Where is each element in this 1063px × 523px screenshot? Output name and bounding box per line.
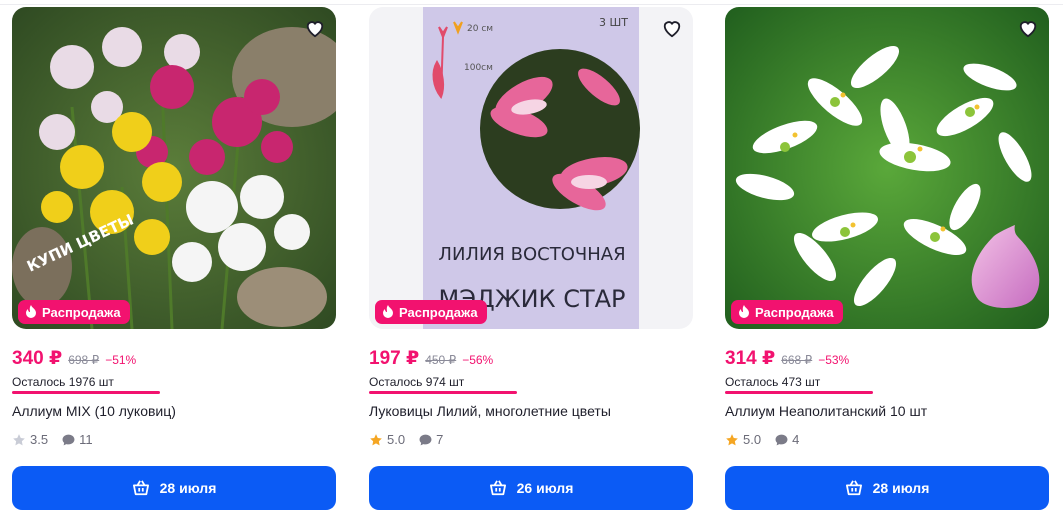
basket-icon <box>132 480 149 496</box>
star-icon <box>726 433 738 445</box>
delivery-date: 28 июля <box>159 480 217 496</box>
delivery-date: 26 июля <box>516 480 574 496</box>
reviews-count: 4 <box>792 432 800 447</box>
stock-bar <box>369 391 517 394</box>
current-price: 197 ₽ <box>369 348 420 369</box>
product-title[interactable]: Луковицы Лилий, многолетние цветы <box>369 403 611 419</box>
stock-left: Осталось 974 шт <box>369 375 465 389</box>
old-price: 450 ₽ <box>425 353 457 367</box>
star-icon <box>13 433 25 445</box>
add-to-cart-button[interactable]: 28 июля <box>12 466 336 510</box>
product-card[interactable]: 20 см 100см 3 ШТ ЛИЛИЯ ВОСТОЧНАЯ МЭДЖИК … <box>369 7 693 517</box>
product-image[interactable]: КУПИ ЦВЕТЫ Распродажа <box>12 7 336 329</box>
basket-icon <box>845 480 862 496</box>
sale-badge: Распродажа <box>731 300 843 324</box>
top-divider <box>0 0 1063 5</box>
comment-icon <box>62 434 75 445</box>
product-image[interactable]: Распродажа <box>725 7 1049 329</box>
discount: −51% <box>105 353 137 367</box>
heart-icon <box>306 21 324 38</box>
add-to-cart-button[interactable]: 26 июля <box>369 466 693 510</box>
favorite-button[interactable] <box>659 15 685 41</box>
rating-value: 3.5 <box>30 432 49 447</box>
height-label-2: 100см <box>464 63 493 73</box>
fire-icon <box>739 305 749 318</box>
basket-icon <box>489 480 506 496</box>
discount: −56% <box>462 353 494 367</box>
pack-count: 3 ШТ <box>599 16 628 29</box>
product-title[interactable]: Аллиум Неаполитанский 10 шт <box>725 403 927 419</box>
current-price: 314 ₽ <box>725 348 776 369</box>
fire-icon <box>383 305 393 318</box>
rating-row: 3.5 11 <box>12 432 93 447</box>
rating-row: 5.0 4 <box>725 432 799 447</box>
price-row: 197 ₽ 450 ₽ −56% <box>369 347 493 370</box>
sale-badge: Распродажа <box>18 300 130 324</box>
old-price: 668 ₽ <box>781 353 813 367</box>
product-image[interactable]: 20 см 100см 3 ШТ ЛИЛИЯ ВОСТОЧНАЯ МЭДЖИК … <box>369 7 693 329</box>
favorite-button[interactable] <box>1015 15 1041 41</box>
sale-badge-label: Распродажа <box>42 304 121 320</box>
sale-badge: Распродажа <box>375 300 487 324</box>
sale-badge-label: Распродажа <box>399 304 478 320</box>
heart-icon <box>1019 21 1037 38</box>
discount: −53% <box>818 353 850 367</box>
heart-icon <box>663 21 681 38</box>
sale-badge-label: Распродажа <box>755 304 834 320</box>
height-label-1: 20 см <box>467 24 493 34</box>
current-price: 340 ₽ <box>12 348 63 369</box>
old-price: 698 ₽ <box>68 353 100 367</box>
comment-icon <box>775 434 788 445</box>
stock-bar <box>725 391 873 394</box>
add-to-cart-button[interactable]: 28 июля <box>725 466 1049 510</box>
price-row: 314 ₽ 668 ₽ −53% <box>725 347 849 370</box>
product-title[interactable]: Аллиум MIX (10 луковиц) <box>12 403 176 419</box>
rating-row: 5.0 7 <box>369 432 443 447</box>
star-icon <box>370 433 382 445</box>
fire-icon <box>26 305 36 318</box>
favorite-button[interactable] <box>302 15 328 41</box>
comment-icon <box>419 434 432 445</box>
reviews-count: 11 <box>79 432 93 447</box>
poster-title-line1: ЛИЛИЯ ВОСТОЧНАЯ <box>438 244 625 265</box>
product-card[interactable]: КУПИ ЦВЕТЫ Распродажа 340 ₽ 698 ₽ −51% О… <box>12 7 336 517</box>
rating-value: 5.0 <box>743 432 762 447</box>
rating-value: 5.0 <box>387 432 406 447</box>
delivery-date: 28 июля <box>872 480 930 496</box>
stock-left: Осталось 473 шт <box>725 375 821 389</box>
reviews-count: 7 <box>436 432 444 447</box>
stock-left: Осталось 1976 шт <box>12 375 114 389</box>
stock-bar <box>12 391 160 394</box>
price-row: 340 ₽ 698 ₽ −51% <box>12 347 136 370</box>
product-card[interactable]: Распродажа 314 ₽ 668 ₽ −53% Осталось 473… <box>725 7 1049 517</box>
